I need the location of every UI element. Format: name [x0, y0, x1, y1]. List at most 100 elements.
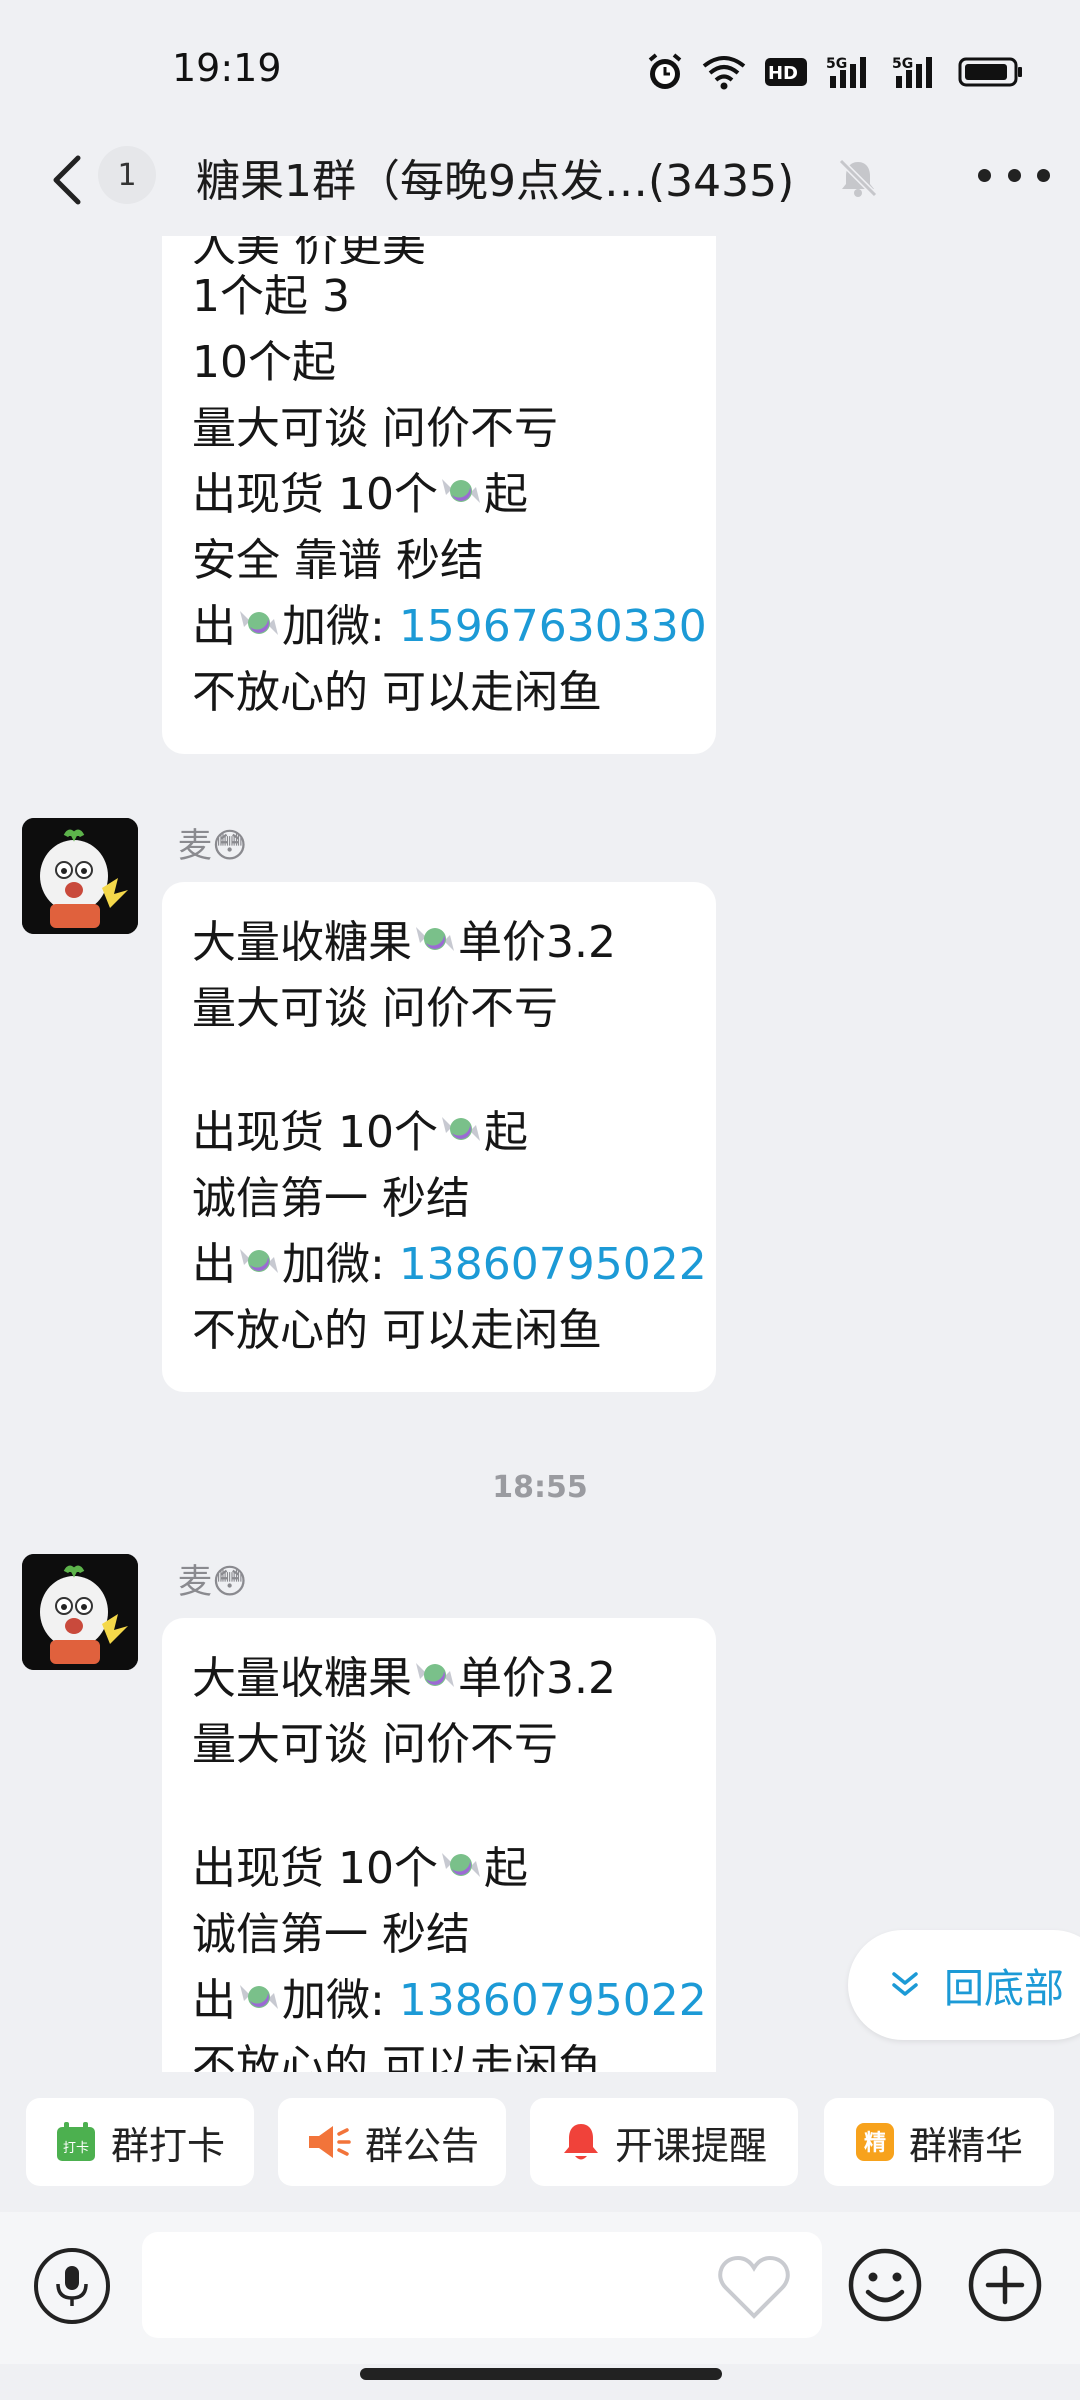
checkin-icon-text: 打卡 — [63, 2141, 89, 2156]
text: 单价3.2 — [458, 917, 616, 968]
message-line: 不放心的 可以走闲鱼 — [192, 1305, 602, 1356]
avatar[interactable] — [22, 1554, 138, 1670]
text: 出现货 10个 — [192, 1843, 438, 1894]
scroll-to-bottom-button[interactable]: 回底部 — [848, 1930, 1080, 2040]
text: 加微: — [282, 1239, 399, 1290]
candy-icon — [236, 1970, 282, 2036]
message-line: 大量收糖果 单价3.2 — [192, 1646, 686, 1712]
5g-signal-icon: 5G — [826, 52, 874, 92]
quick-action-bar: 打卡 群打卡 群公告 开课提醒 精 群精华 — [0, 2072, 1080, 2210]
scroll-to-bottom-label: 回底部 — [944, 1966, 1064, 2012]
message-line: 量大可谈 问价不亏 — [192, 1719, 558, 1770]
voice-button[interactable] — [34, 2248, 110, 2324]
message-bubble[interactable]: 大量收糖果 单价3.2 量大可谈 问价不亏 出现货 10个起 诚信第一 秒结 出加… — [162, 1618, 716, 2072]
candy-icon — [412, 1648, 458, 1714]
message-line: 出现货 10个起 — [192, 462, 686, 528]
text: 起 — [483, 1107, 528, 1158]
candy-icon — [236, 596, 282, 662]
back-button[interactable] — [40, 150, 100, 220]
message-input-bar — [0, 2212, 1080, 2364]
quick-action-announcement[interactable]: 群公告 — [278, 2098, 506, 2186]
back-icon — [53, 155, 81, 205]
candy-icon — [412, 912, 458, 978]
message-line: 不放心的 可以走闲鱼 — [192, 667, 602, 718]
heart-icon[interactable] — [716, 2252, 792, 2322]
message-line: 出现货 10个起 — [192, 1100, 686, 1166]
more-icon — [978, 168, 991, 182]
5g-label-2: 5G — [892, 56, 913, 72]
candy-icon — [438, 1838, 484, 1904]
sender-name[interactable]: 麦😳 — [178, 818, 247, 867]
quick-action-checkin[interactable]: 打卡 群打卡 — [26, 2098, 254, 2186]
message-line: 不放心的 可以走闲鱼 — [192, 2041, 602, 2072]
5g-label: 5G — [826, 56, 847, 72]
essence-icon: 精 — [855, 2123, 894, 2161]
avatar[interactable] — [22, 818, 138, 934]
wifi-icon — [702, 52, 746, 92]
essence-icon-text: 精 — [864, 2130, 886, 2156]
message-line: 出加微: 13860795022 — [192, 1232, 707, 1300]
more-button[interactable] — [978, 150, 1050, 200]
message-bubble[interactable]: 大量收糖果 单价3.2 量大可谈 问价不亏 出现货 10个起 诚信第一 秒结 出加… — [162, 882, 716, 1392]
alarm-icon — [646, 52, 684, 92]
message-line: 10个起 — [192, 337, 336, 388]
quick-action-label: 群打卡 — [110, 2123, 225, 2168]
sender-name[interactable]: 麦😳 — [178, 1554, 247, 1603]
text: 大量收糖果 — [192, 917, 412, 968]
bell-icon — [563, 2124, 598, 2160]
plus-button[interactable] — [966, 2246, 1044, 2324]
double-chevron-down-icon — [892, 1972, 918, 1996]
text: 大量收糖果 — [192, 1653, 412, 1704]
message-line: 诚信第一 秒结 — [192, 1909, 470, 1960]
quick-action-class-reminder[interactable]: 开课提醒 — [530, 2098, 798, 2186]
plus-icon — [968, 2248, 1042, 2322]
candy-icon — [236, 1234, 282, 1300]
quick-action-label: 群公告 — [364, 2123, 479, 2168]
text: 加微: — [282, 601, 399, 652]
message-timestamp: 18:55 — [492, 1470, 588, 1505]
message-line: 出现货 10个起 — [192, 1836, 686, 1902]
text: 出现货 10个 — [192, 1107, 438, 1158]
text: 加微: — [282, 1975, 399, 2026]
message-line: 量大可谈 问价不亏 — [192, 403, 558, 454]
text: 出 — [192, 1239, 236, 1290]
text: 起 — [483, 1843, 528, 1894]
status-bar: 19:19 HD 5G 5G — [0, 0, 1080, 140]
message-line: 出加微: 15967630330 — [192, 594, 707, 662]
announcement-icon — [308, 2126, 351, 2158]
message-line: 安全 靠谱 秒结 — [192, 535, 484, 586]
text: 起 — [483, 469, 528, 520]
more-icon-dot — [1037, 168, 1050, 182]
text: 出现货 10个 — [192, 469, 438, 520]
checkin-icon: 打卡 — [56, 2122, 95, 2161]
candy-icon — [438, 1102, 484, 1168]
phone-link[interactable]: 13860795022 — [399, 1239, 707, 1290]
mute-icon — [836, 156, 880, 200]
hd-label: HD — [768, 63, 798, 84]
candy-icon — [438, 464, 484, 530]
emoji-icon — [848, 2248, 922, 2322]
phone-link[interactable]: 13860795022 — [399, 1975, 707, 2026]
phone-link[interactable]: 15967630330 — [399, 601, 707, 652]
home-indicator[interactable] — [360, 2368, 722, 2380]
chat-message-list[interactable]: 人美 价更美 1个起 3 10个起 量大可谈 问价不亏 出现货 10个起 安全 … — [0, 236, 1080, 2072]
battery-icon — [958, 52, 1024, 92]
text: 出 — [192, 601, 236, 652]
status-time: 19:19 — [172, 46, 282, 90]
more-icon-dot — [1007, 168, 1021, 182]
chat-title[interactable]: 糖果1群（每晚9点发…(3435) — [196, 145, 794, 209]
message-line: 人美 价更美 — [192, 236, 426, 264]
quick-action-essence[interactable]: 精 群精华 — [824, 2098, 1054, 2186]
emoji-button[interactable] — [846, 2246, 924, 2324]
message-line: 大量收糖果 单价3.2 — [192, 910, 686, 976]
message-bubble[interactable]: 人美 价更美 1个起 3 10个起 量大可谈 问价不亏 出现货 10个起 安全 … — [162, 236, 716, 754]
hd-icon: HD — [764, 52, 808, 92]
text: 出 — [192, 1975, 236, 2026]
5g-signal-icon-2: 5G — [892, 52, 940, 92]
unread-count-badge[interactable]: 1 — [98, 146, 156, 204]
message-line: 出加微: 13860795022 — [192, 1968, 707, 2036]
text: 单价3.2 — [458, 1653, 616, 1704]
message-line: 诚信第一 秒结 — [192, 1173, 470, 1224]
quick-action-label: 群精华 — [908, 2123, 1023, 2168]
